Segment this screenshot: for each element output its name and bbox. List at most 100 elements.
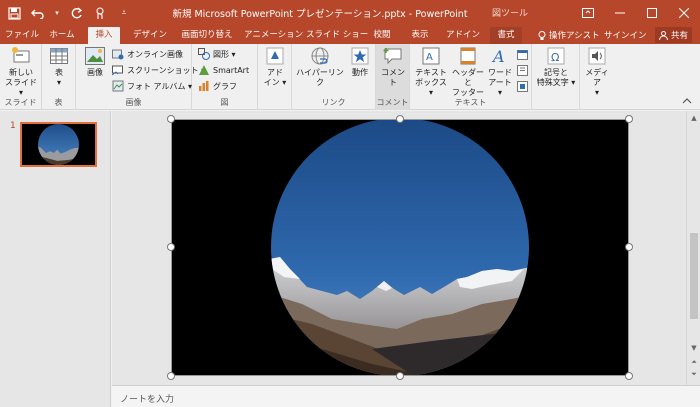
next-slide-icon[interactable]: ⏷ bbox=[689, 369, 699, 379]
undo-icon[interactable] bbox=[30, 5, 46, 21]
minimize-icon[interactable] bbox=[604, 0, 636, 26]
vertical-scrollbar[interactable]: ▲ ▼ ⏶ ⏷ bbox=[686, 111, 700, 385]
redo-icon[interactable] bbox=[68, 5, 84, 21]
notes-pane[interactable]: ノートを入力 bbox=[112, 385, 700, 407]
table-button[interactable]: 表 ▾ bbox=[48, 46, 70, 88]
tab-home[interactable]: ホーム bbox=[46, 27, 78, 44]
table-icon bbox=[49, 46, 69, 66]
collapse-ribbon-icon[interactable] bbox=[682, 97, 692, 105]
resize-handle-top-right[interactable] bbox=[625, 115, 633, 123]
scroll-up-icon[interactable]: ▲ bbox=[689, 113, 699, 123]
scrollbar-thumb[interactable] bbox=[690, 233, 698, 319]
photo-album-icon bbox=[112, 80, 124, 92]
media-group: メディア ▾ bbox=[580, 44, 614, 110]
shapes-button[interactable]: 図形 ▾ bbox=[198, 47, 236, 61]
close-icon[interactable] bbox=[668, 0, 700, 26]
picture-icon bbox=[85, 46, 105, 66]
undo-dropdown-icon[interactable]: ▾ bbox=[54, 5, 60, 21]
new-slide-label-2: スライド ▾ bbox=[5, 78, 37, 97]
symbols-group: Ω 記号と 特殊文字 ▾ bbox=[532, 44, 580, 110]
notes-placeholder: ノートを入力 bbox=[120, 395, 175, 405]
resize-handle-top-left[interactable] bbox=[167, 115, 175, 123]
pictures-button[interactable]: 画像 bbox=[82, 46, 108, 78]
sign-in-link[interactable]: サインイン bbox=[604, 27, 647, 44]
circle-cropped-picture[interactable] bbox=[172, 119, 628, 375]
symbols-label-2-text: 特殊文字 bbox=[536, 78, 569, 87]
symbols-label-1: 記号と bbox=[544, 68, 568, 77]
tab-review[interactable]: 校閲 bbox=[370, 27, 394, 44]
window-controls bbox=[572, 0, 700, 26]
tables-group-label: 表 bbox=[54, 98, 63, 107]
slides-group-label: スライド bbox=[4, 98, 37, 107]
illustrations-group-label: 図 bbox=[220, 98, 229, 107]
shapes-label: 図形 ▾ bbox=[213, 49, 236, 59]
touch-mode-icon[interactable] bbox=[92, 5, 108, 21]
new-slide-icon bbox=[11, 46, 31, 66]
hyperlink-button[interactable]: ハイパーリンク bbox=[294, 46, 346, 88]
table-dropdown-icon: ▾ bbox=[56, 78, 61, 87]
resize-handle-right[interactable] bbox=[625, 243, 633, 251]
ribbon-display-options-icon[interactable] bbox=[572, 0, 604, 26]
smartart-label: SmartArt bbox=[213, 65, 250, 75]
tab-transitions[interactable]: 画面切り替え bbox=[178, 27, 236, 44]
lightbulb-icon bbox=[538, 30, 546, 40]
tab-slideshow[interactable]: スライド ショー bbox=[306, 27, 368, 44]
tab-animations[interactable]: アニメーション bbox=[244, 27, 303, 44]
resize-handle-left[interactable] bbox=[167, 243, 175, 251]
scroll-down-icon[interactable]: ▼ bbox=[689, 343, 699, 353]
resize-handle-bottom[interactable] bbox=[396, 372, 404, 380]
tab-view[interactable]: 表示 bbox=[408, 27, 432, 44]
textbox-label-2: ボックス ▾ bbox=[415, 78, 447, 97]
resize-handle-bottom-left[interactable] bbox=[167, 372, 175, 380]
store-icon bbox=[265, 46, 285, 66]
previous-slide-icon[interactable]: ⏶ bbox=[689, 357, 699, 367]
tab-design[interactable]: デザイン bbox=[128, 27, 172, 44]
tab-format[interactable]: 書式 bbox=[490, 27, 522, 44]
resize-handle-bottom-right[interactable] bbox=[625, 372, 633, 380]
chart-button[interactable]: グラフ bbox=[198, 79, 237, 93]
tab-addins[interactable]: アドイン bbox=[446, 27, 480, 44]
addins-label-1: アド bbox=[267, 68, 283, 77]
action-button[interactable]: 動作 bbox=[348, 46, 372, 78]
photo-album-label: フォト アルバム ▾ bbox=[127, 81, 193, 91]
text-group-label: テキスト bbox=[454, 98, 487, 107]
smartart-button[interactable]: SmartArt bbox=[198, 63, 249, 77]
photo-album-button[interactable]: フォト アルバム ▾ bbox=[112, 79, 192, 93]
header-footer-label-1: ヘッダーと bbox=[452, 68, 484, 87]
wordart-button[interactable]: A ワード アート ▾ bbox=[488, 46, 512, 98]
tell-me-box[interactable]: 操作アシスト bbox=[538, 27, 600, 44]
slide-number-button[interactable] bbox=[516, 63, 528, 77]
tables-group: 表 ▾ 表 bbox=[42, 44, 76, 110]
hyperlink-icon bbox=[310, 46, 330, 66]
person-icon bbox=[658, 30, 668, 40]
tab-insert[interactable]: 挿入 bbox=[88, 27, 120, 44]
slides-group: 新しい スライド ▾ スライド bbox=[0, 44, 42, 110]
date-time-button[interactable] bbox=[516, 47, 528, 61]
slide-number-label: 1 bbox=[10, 121, 16, 131]
online-pictures-button[interactable]: オンライン画像 bbox=[112, 47, 183, 61]
addins-button[interactable]: アド イン ▾ bbox=[262, 46, 288, 88]
action-label: 動作 bbox=[352, 68, 368, 77]
maximize-icon[interactable] bbox=[636, 0, 668, 26]
header-footer-button[interactable]: ヘッダーと フッター bbox=[450, 46, 486, 98]
text-group: A テキスト ボックス ▾ ヘッダーと フッター A ワード アート ▾ テキス… bbox=[410, 44, 532, 110]
shapes-icon bbox=[198, 48, 210, 60]
object-button[interactable] bbox=[516, 79, 528, 93]
resize-handle-top[interactable] bbox=[396, 115, 404, 123]
tell-me-label: 操作アシスト bbox=[549, 30, 600, 41]
save-icon[interactable] bbox=[6, 5, 22, 21]
comment-button[interactable]: コメント bbox=[378, 46, 408, 88]
slide-thumbnail[interactable] bbox=[20, 122, 97, 167]
images-group-label: 画像 bbox=[125, 98, 142, 107]
customize-qat-icon[interactable]: ⩡ bbox=[116, 5, 132, 21]
tab-file[interactable]: ファイル bbox=[4, 27, 40, 44]
symbols-button[interactable]: Ω 記号と 特殊文字 ▾ bbox=[534, 46, 578, 88]
media-button[interactable]: メディア ▾ bbox=[582, 46, 612, 98]
table-label: 表 bbox=[55, 68, 63, 77]
share-button[interactable]: 共有 bbox=[654, 27, 692, 43]
slide-canvas[interactable] bbox=[172, 119, 628, 375]
object-icon bbox=[516, 80, 528, 92]
svg-text:Ω: Ω bbox=[551, 51, 559, 64]
new-slide-button[interactable]: 新しい スライド ▾ bbox=[4, 46, 38, 98]
textbox-button[interactable]: A テキスト ボックス ▾ bbox=[414, 46, 448, 98]
